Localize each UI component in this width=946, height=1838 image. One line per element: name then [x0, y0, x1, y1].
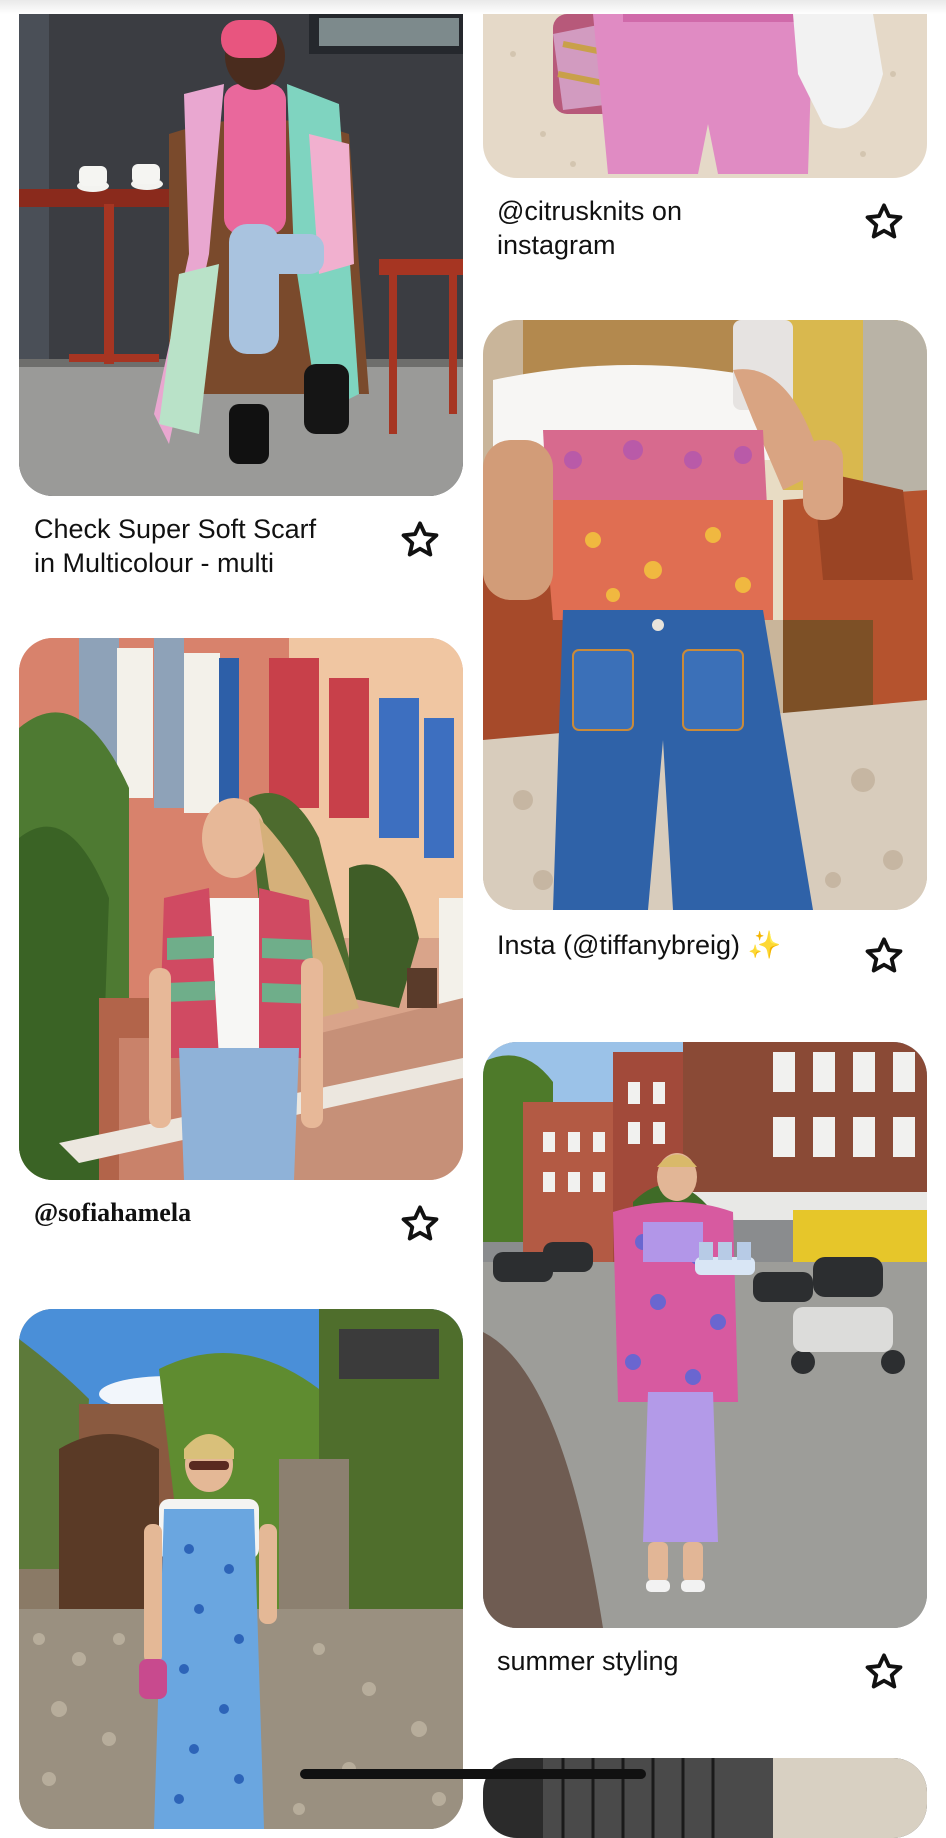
- home-indicator[interactable]: [300, 1769, 646, 1779]
- star-outline-icon: [865, 203, 903, 239]
- pin-image-lace-cami[interactable]: [483, 320, 927, 910]
- pin-title-sofiahamela: @sofiahamela: [34, 1198, 192, 1227]
- save-pin-button-sofiahamela[interactable]: [397, 1201, 443, 1247]
- pin-title-summer-styling: summer styling: [497, 1646, 679, 1676]
- star-outline-icon: [401, 1205, 439, 1241]
- save-pin-button-tiffanybreig[interactable]: [861, 933, 907, 979]
- pin-image-scarf[interactable]: [19, 14, 463, 496]
- star-outline-icon: [401, 521, 439, 557]
- pin-image-street-style[interactable]: [483, 1042, 927, 1628]
- pin-title-tiffanybreig: Insta (@tiffanybreig) ✨: [497, 930, 782, 960]
- star-outline-icon: [865, 937, 903, 973]
- status-bar-edge: [0, 0, 946, 14]
- pin-image-pink-shorts[interactable]: [483, 14, 927, 178]
- star-outline-icon: [865, 1653, 903, 1689]
- pin-image-knit-vest[interactable]: [19, 638, 463, 1180]
- pin-image-floral-dress[interactable]: [19, 1309, 463, 1829]
- pin-title-scarf: Check Super Soft Scarf in Multicolour - …: [34, 514, 317, 578]
- pin-title-citrusknits: @citrusknits on instagram: [497, 196, 682, 260]
- save-pin-button-citrusknits[interactable]: [861, 199, 907, 245]
- save-pin-button-summer-styling[interactable]: [861, 1649, 907, 1695]
- save-pin-button-scarf[interactable]: [397, 517, 443, 563]
